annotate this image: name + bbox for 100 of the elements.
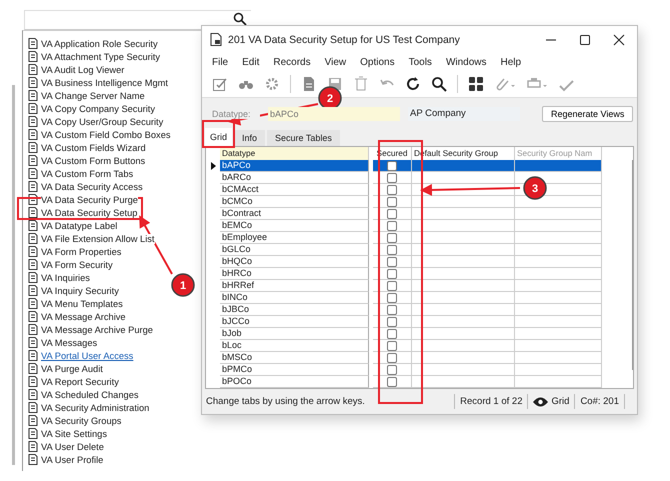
document-icon (28, 142, 38, 153)
table-cell: bCMCo (220, 196, 369, 208)
grid-icon[interactable] (468, 76, 484, 92)
document-icon (28, 129, 38, 140)
checkbox[interactable] (387, 232, 397, 242)
menu-item[interactable]: VA Custom Fields Wizard (41, 142, 146, 152)
document-icon (28, 155, 38, 166)
checkbox[interactable] (387, 292, 397, 302)
menu-item[interactable]: View (324, 56, 346, 68)
menu-item[interactable]: VA Custom Field Combo Boxes (41, 130, 171, 140)
menu-item[interactable]: VA Form Properties (41, 246, 122, 256)
checkbox[interactable] (387, 340, 397, 350)
document-icon (28, 51, 38, 62)
checkbox[interactable] (387, 172, 397, 182)
scrollbar[interactable] (12, 85, 15, 465)
menu-item[interactable]: VA Data Security Setup (41, 208, 138, 218)
checkbox[interactable] (387, 376, 397, 386)
regenerate-views-button[interactable]: Regenerate Views (542, 106, 634, 122)
checkbox[interactable] (387, 256, 397, 266)
menu-item[interactable]: VA Form Security (41, 260, 113, 270)
table-cell: bJBCo (220, 304, 369, 316)
tab[interactable]: Grid (205, 128, 232, 146)
menu-item[interactable]: VA Data Security Access (41, 182, 143, 192)
menu-item[interactable]: VA Security Administration (41, 402, 150, 412)
menu-item[interactable]: VA Inquiry Security (41, 286, 119, 296)
checkbox[interactable] (387, 280, 397, 290)
menu-item[interactable]: VA User Profile (41, 454, 104, 464)
menu-item[interactable]: VA User Delete (41, 442, 104, 452)
column-header[interactable]: Datatype (220, 147, 369, 160)
scrollbar[interactable] (632, 160, 633, 370)
datatype-field[interactable]: bAPCo (268, 107, 400, 121)
document-icon (28, 246, 38, 257)
table-cell: bHRRef (220, 280, 369, 292)
menu-item[interactable]: Edit (242, 56, 260, 68)
menu-item[interactable]: VA Inquiries (41, 272, 90, 282)
menu-item[interactable]: VA Datatype Label (41, 220, 118, 230)
refresh-icon[interactable] (405, 76, 421, 92)
document-icon (28, 220, 38, 231)
menu-item[interactable]: VA Message Archive (41, 312, 126, 322)
menu-item[interactable]: VA Purge Audit (41, 364, 103, 374)
menu-item[interactable]: VA Copy User/Group Security (41, 116, 164, 126)
checkbox[interactable] (387, 364, 397, 374)
menu-item[interactable]: Help (500, 56, 522, 68)
menu-item[interactable]: VA Custom Form Buttons (41, 156, 146, 166)
menu-item[interactable]: VA Custom Form Tabs (41, 168, 134, 178)
menu-item[interactable]: VA Report Security (41, 376, 119, 386)
trash-icon[interactable] (353, 76, 369, 92)
paperclip-icon[interactable] (494, 76, 516, 92)
search-icon[interactable] (233, 12, 247, 26)
edit-icon[interactable] (212, 76, 228, 92)
table-cell: bEMCo (220, 220, 369, 232)
checkbox[interactable] (387, 316, 397, 326)
close-icon[interactable] (613, 34, 625, 46)
datatype-label: Datatype: (212, 109, 260, 119)
description-field: AP Company (408, 107, 520, 121)
tab[interactable]: Info (234, 130, 266, 146)
menu-item[interactable]: VA Security Groups (41, 416, 122, 426)
checkbox[interactable] (387, 220, 397, 230)
menu-item[interactable]: VA Menu Templates (41, 298, 123, 308)
checkbox[interactable] (387, 304, 397, 314)
table-cell: bContract (220, 208, 369, 220)
checkbox[interactable] (387, 328, 397, 338)
menu-item[interactable]: Records (273, 56, 311, 68)
company-number: Co#: 201 (574, 394, 625, 409)
document-icon (28, 168, 38, 179)
table-cell: bPMCo (220, 364, 369, 376)
checkbox[interactable] (387, 352, 397, 362)
menu-item[interactable]: VA Audit Log Viewer (41, 64, 124, 74)
menu-item[interactable]: VA Message Archive Purge (41, 324, 153, 334)
checkbox[interactable] (387, 196, 397, 206)
menu-item[interactable]: VA File Extension Allow List (41, 234, 155, 244)
menu-item[interactable]: VA Scheduled Changes (41, 390, 139, 400)
menu-item[interactable]: VA Copy Company Security (41, 104, 156, 114)
menu-item[interactable]: File (212, 56, 228, 68)
menu-link[interactable]: VA Portal User Access (41, 350, 134, 360)
menu-item[interactable]: Windows (446, 56, 487, 68)
document-icon (28, 337, 38, 348)
menu-item[interactable]: Tools (408, 56, 432, 68)
search-icon[interactable] (431, 76, 447, 92)
checkbox[interactable] (387, 184, 397, 194)
checkbox[interactable] (387, 160, 397, 170)
checkbox[interactable] (387, 244, 397, 254)
menu-item[interactable]: VA Site Settings (41, 428, 107, 438)
menu-item[interactable]: VA Data Security Purge (41, 194, 138, 204)
menu-item[interactable]: VA Attachment Type Security (41, 52, 160, 62)
menu-item[interactable]: VA Messages (41, 338, 98, 348)
tab[interactable]: Secure Tables (267, 130, 340, 146)
gear-icon[interactable] (264, 76, 280, 92)
document-icon[interactable] (301, 76, 317, 92)
menu-item[interactable]: Options (360, 56, 395, 68)
menu-item[interactable]: VA Application Role Security (41, 38, 158, 48)
checkbox[interactable] (387, 208, 397, 218)
table-cell: bMSCo (220, 352, 369, 364)
menu-item[interactable]: VA Business Intelligence Mgmt (41, 78, 168, 88)
document-icon (28, 272, 38, 283)
document-icon (28, 285, 38, 296)
document-icon (28, 116, 38, 127)
maximize-icon[interactable] (579, 34, 591, 46)
checkbox[interactable] (387, 268, 397, 278)
menu-item[interactable]: VA Change Server Name (41, 90, 145, 100)
